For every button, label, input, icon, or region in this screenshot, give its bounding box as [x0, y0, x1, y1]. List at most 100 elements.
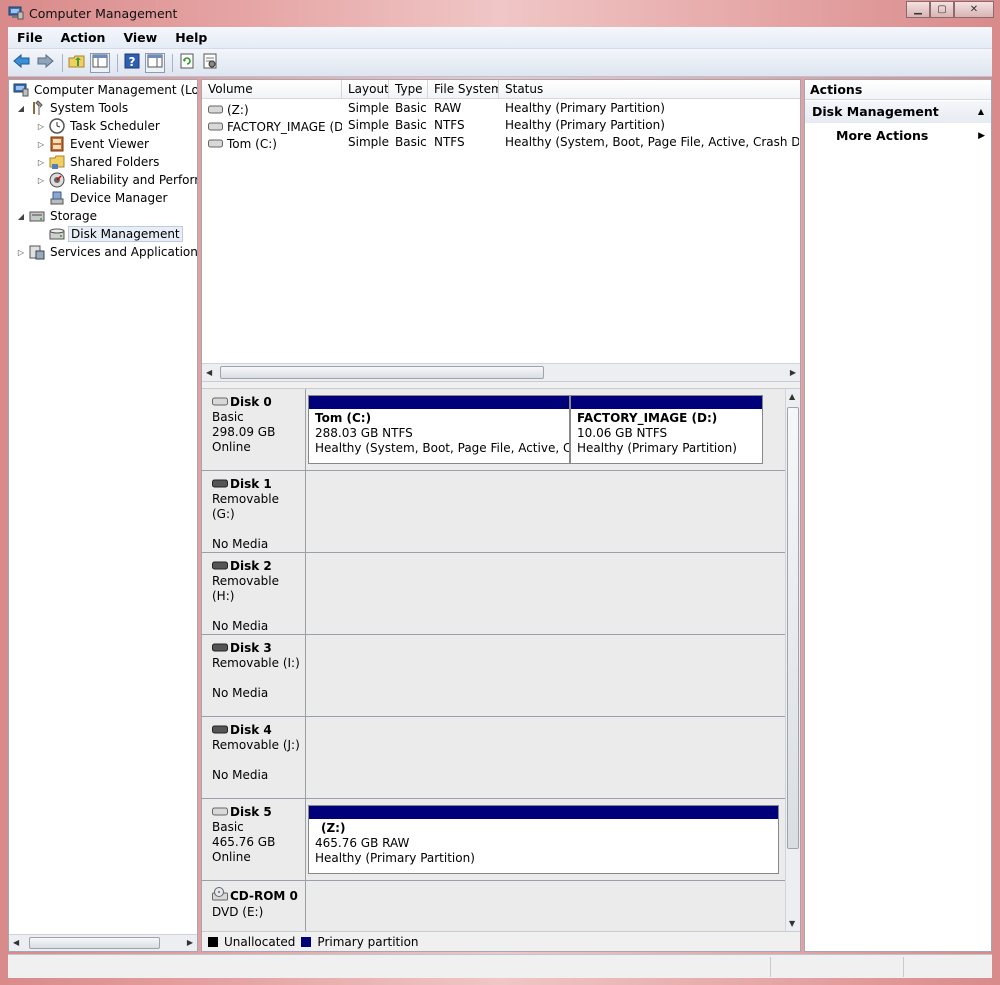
tree-item-device-manager[interactable]: Device Manager: [47, 189, 169, 207]
title-bar[interactable]: Computer Management ▁ ▢ ✕: [0, 0, 1000, 26]
disk-partitions: [306, 717, 785, 798]
disk-partitions: [306, 553, 785, 634]
menu-view[interactable]: View: [114, 27, 166, 49]
disk-info[interactable]: CD-ROM 0 DVD (E:): [202, 881, 306, 931]
tree-item-task-scheduler[interactable]: ▷ Task Scheduler: [35, 117, 162, 135]
volume-row[interactable]: (Z:) Simple Basic RAW Healthy (Primary P…: [202, 101, 799, 118]
status-separator: [903, 957, 904, 977]
tree-item-shared-folders[interactable]: ▷ Shared Folders: [35, 153, 161, 171]
tree-item-event-viewer[interactable]: ▷ Event Viewer: [35, 135, 151, 153]
scroll-thumb[interactable]: [787, 407, 799, 849]
scroll-right-icon[interactable]: ▶: [187, 938, 193, 947]
partition-z[interactable]: (Z:) 465.76 GB RAW Healthy (Primary Part…: [308, 805, 779, 874]
volume-type: Basic: [395, 135, 427, 149]
expand-arrow-icon[interactable]: ▷: [35, 122, 47, 131]
column-status[interactable]: Status: [499, 80, 800, 99]
forward-button[interactable]: [35, 53, 55, 73]
partition-title: Tom (C:): [315, 411, 372, 425]
menu-file[interactable]: File: [8, 27, 52, 49]
show-hide-action-pane-button[interactable]: [145, 52, 165, 73]
help-icon: ?: [124, 53, 140, 72]
scroll-thumb[interactable]: [29, 937, 160, 949]
disk-info[interactable]: Disk 0 Basic 298.09 GB Online: [202, 389, 306, 470]
column-type[interactable]: Type: [389, 80, 428, 99]
close-button[interactable]: ✕: [954, 1, 994, 18]
tree-item-services-applications[interactable]: ▷ Services and Applications: [15, 243, 198, 261]
expand-arrow-icon[interactable]: ▷: [15, 248, 27, 257]
refresh-icon: [179, 53, 195, 72]
tree-item-system-tools[interactable]: ◢ System Tools: [15, 99, 130, 117]
expand-arrow-icon[interactable]: ▷: [35, 140, 47, 149]
menu-help[interactable]: Help: [166, 27, 216, 49]
actions-pane: Actions Disk Management ▲ More Actions ▶: [804, 79, 992, 952]
storage-icon: [29, 208, 45, 224]
tree-item-storage[interactable]: ◢ Storage: [15, 207, 99, 225]
scroll-left-icon[interactable]: ◀: [206, 368, 212, 377]
scroll-thumb[interactable]: [220, 366, 544, 379]
disk-map-vertical-scrollbar[interactable]: ▲ ▼: [785, 389, 800, 931]
tree-horizontal-scrollbar[interactable]: ◀ ▶: [9, 934, 197, 951]
disk-size: [212, 604, 305, 619]
removable-disk-icon: [212, 723, 228, 738]
disk-info[interactable]: Disk 3 Removable (I:) No Media: [202, 635, 306, 716]
volume-list-horizontal-scrollbar[interactable]: ◀ ▶: [202, 363, 800, 381]
disk-type: Removable (I:): [212, 656, 300, 670]
tree-item-computer-management[interactable]: Computer Management (Local: [11, 81, 197, 99]
tree-label: Event Viewer: [70, 137, 149, 151]
collapse-arrow-icon[interactable]: ◢: [15, 212, 27, 221]
services-icon: [29, 244, 45, 260]
tree-item-disk-management[interactable]: Disk Management: [47, 225, 183, 243]
collapse-up-icon[interactable]: ▲: [978, 101, 984, 123]
partition-d[interactable]: FACTORY_IMAGE (D:) 10.06 GB NTFS Healthy…: [570, 395, 763, 464]
disk-status: No Media: [212, 537, 269, 551]
scroll-down-icon[interactable]: ▼: [789, 919, 795, 928]
scroll-right-icon[interactable]: ▶: [790, 368, 796, 377]
disk-row: Disk 3 Removable (I:) No Media: [202, 635, 785, 717]
tree-label: Services and Applications: [50, 245, 198, 259]
volume-row[interactable]: FACTORY_IMAGE (D:) Simple Basic NTFS Hea…: [202, 118, 799, 135]
back-button[interactable]: [12, 53, 32, 73]
show-hide-tree-button[interactable]: [90, 52, 110, 73]
up-folder-button[interactable]: [67, 53, 87, 73]
disk-type: Removable (G:): [212, 492, 280, 521]
disk-type: Removable (H:): [212, 574, 280, 603]
scroll-up-icon[interactable]: ▲: [789, 392, 795, 401]
column-layout[interactable]: Layout: [342, 80, 389, 99]
help-button[interactable]: ?: [122, 53, 142, 73]
column-volume[interactable]: Volume: [202, 80, 342, 99]
tree-item-reliability-performance[interactable]: ▷ Reliability and Performa: [35, 171, 197, 189]
pane-splitter[interactable]: [202, 381, 800, 389]
collapse-arrow-icon[interactable]: ◢: [15, 104, 27, 113]
more-actions-item[interactable]: More Actions ▶: [805, 125, 991, 147]
disk-info[interactable]: Disk 2 Removable (H:) No Media: [202, 553, 306, 634]
minimize-button[interactable]: ▁: [906, 1, 930, 18]
partition-c[interactable]: Tom (C:) 288.03 GB NTFS Healthy (System,…: [308, 395, 570, 464]
properties-button[interactable]: [200, 53, 220, 73]
volume-layout: Simple: [348, 118, 389, 132]
primary-partition-bar: [309, 396, 569, 409]
expand-arrow-icon[interactable]: ▷: [35, 158, 47, 167]
disk-info[interactable]: Disk 5 Basic 465.76 GB Online: [202, 799, 306, 880]
disk-row: Disk 0 Basic 298.09 GB Online Tom (C:) 2…: [202, 389, 785, 471]
disk-name: Disk 5: [230, 805, 272, 819]
refresh-button[interactable]: [177, 53, 197, 73]
disk-partitions: [306, 471, 785, 552]
expand-arrow-icon[interactable]: ▷: [35, 176, 47, 185]
menu-action[interactable]: Action: [52, 27, 115, 49]
scroll-left-icon[interactable]: ◀: [13, 938, 19, 947]
volume-status: Healthy (Primary Partition): [505, 101, 665, 115]
forward-icon: [36, 53, 54, 71]
volume-layout: Simple: [348, 135, 389, 149]
disk-info[interactable]: Disk 1 Removable (G:) No Media: [202, 471, 306, 552]
disk-info[interactable]: Disk 4 Removable (J:) No Media: [202, 717, 306, 798]
maximize-button[interactable]: ▢: [930, 1, 954, 18]
partition-status: Healthy (System, Boot, Page File, Active…: [315, 441, 569, 455]
primary-partition-bar: [571, 396, 762, 409]
caption-buttons: ▁ ▢ ✕: [906, 1, 994, 18]
disk-size: [212, 522, 305, 537]
volume-row[interactable]: Tom (C:) Simple Basic NTFS Healthy (Syst…: [202, 135, 799, 152]
actions-group-disk-management[interactable]: Disk Management ▲: [805, 101, 991, 123]
volume-name: FACTORY_IMAGE (D:): [227, 119, 342, 134]
column-file-system[interactable]: File System: [428, 80, 499, 99]
back-icon: [13, 53, 31, 71]
